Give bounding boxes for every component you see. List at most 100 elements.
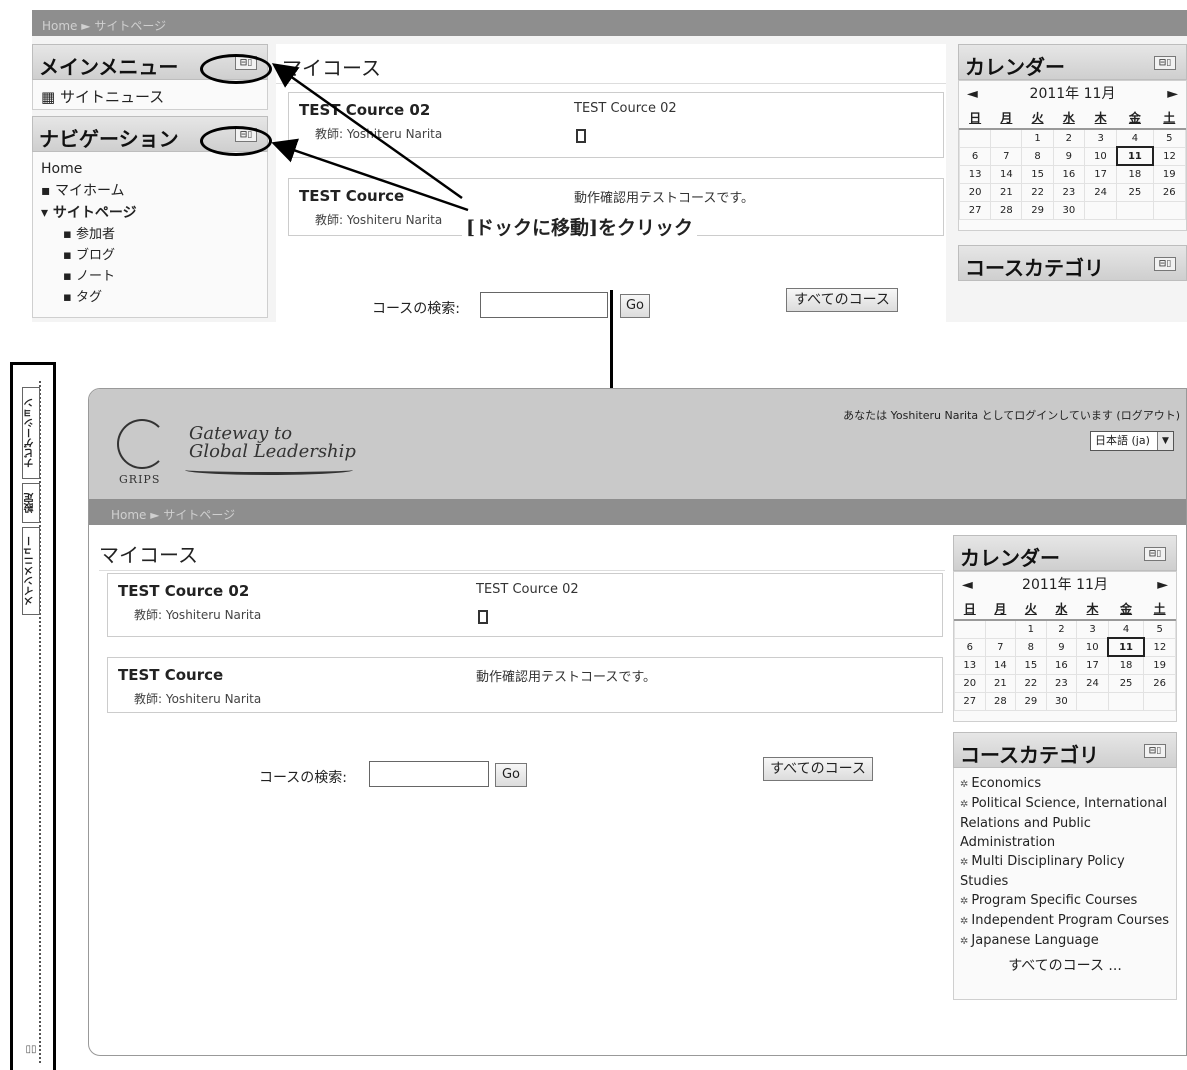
calendar-weekday: 月 [985, 598, 1016, 621]
calendar-day[interactable]: 21 [984, 673, 1017, 693]
calendar-day[interactable]: 6 [954, 637, 986, 657]
logo-org: GRIPS [119, 473, 161, 486]
category-link[interactable]: ✲ Political Science, International Relati… [960, 794, 1170, 852]
dock-tab-main-menu[interactable]: メインメニュー [22, 527, 40, 615]
go-button[interactable]: Go [495, 763, 527, 787]
calendar-day[interactable]: 28 [984, 691, 1017, 711]
calendar-day[interactable]: 18 [1107, 655, 1145, 675]
calendar-day [1143, 691, 1176, 711]
all-courses-link[interactable]: すべてのコース ... [960, 957, 1170, 976]
calendar-weekday: 土 [1143, 598, 1176, 621]
dock-settings-icon[interactable]: ▯▯ [22, 1044, 40, 1055]
language-select[interactable]: 日本語 (ja) ▼ [1090, 431, 1174, 451]
category-icon: ✲ [960, 935, 969, 947]
move-to-dock-icon[interactable]: ⊟▯ [1144, 743, 1166, 758]
annotation-arrows [271, 63, 469, 212]
category-link[interactable]: ✲ Program Specific Courses [960, 891, 1170, 911]
calendar-month-nav: ◄ 2011年 11月 ► [954, 572, 1176, 598]
course-summary: TEST Cource 02 [476, 582, 579, 597]
site-header: GRIPS Gateway to Global Leadership あなたは … [89, 389, 1186, 499]
calendar-day [1076, 691, 1109, 711]
course-summary: 動作確認用テストコースです。 [476, 670, 657, 685]
category-link[interactable]: ✲ Multi Disciplinary Policy Studies [960, 852, 1170, 891]
calendar: ◄ 2011年 11月 ► 日月火水木金土 1 2 3 4 5 6 7 8 9 10 11 12 13 14 15 1… [953, 571, 1177, 722]
calendar-month: 2011年 11月 [1022, 577, 1108, 593]
calendar-day[interactable]: 14 [984, 655, 1017, 675]
calendar-day[interactable]: 29 [1015, 691, 1047, 711]
calendar-block-header: カレンダー ⊟▯ [953, 535, 1177, 571]
course-search-label: コースの検索: [259, 770, 348, 786]
move-to-dock-icon[interactable]: ⊟▯ [1144, 547, 1166, 561]
calendar-day[interactable]: 17 [1076, 655, 1109, 675]
dock-highlight-frame: ナビゲーション 設定 メインメニュー ▯▯ [10, 362, 56, 1070]
arrow-to-main-menu-dock [271, 63, 463, 200]
calendar-day [1107, 691, 1145, 711]
calendar-day[interactable]: 30 [1045, 691, 1078, 711]
calendar-day [984, 619, 1017, 639]
calendar-day[interactable]: 16 [1045, 655, 1078, 675]
category-block-header: コースカテゴリ ⊟▯ [953, 731, 1177, 768]
all-courses-button[interactable]: すべてのコース [763, 757, 873, 781]
category-link[interactable]: ✲ Japanese Language [960, 931, 1170, 951]
course-name-link[interactable]: TEST Cource 02 [118, 582, 249, 600]
calendar-day[interactable]: 23 [1045, 673, 1078, 693]
course-name-link[interactable]: TEST Cource [118, 666, 223, 684]
dock-tab-navigation[interactable]: ナビゲーション [22, 387, 40, 479]
logo-swoosh [185, 465, 353, 475]
calendar-day[interactable]: 15 [1015, 655, 1047, 675]
arrow-to-navigation-dock [271, 138, 469, 212]
next-month-icon[interactable]: ► [1157, 572, 1168, 598]
calendar-day[interactable]: 24 [1076, 673, 1109, 693]
dock-tab-settings[interactable]: 設定 [22, 483, 40, 523]
breadcrumb: Home ► サイトページ [89, 499, 1186, 525]
calendar-day[interactable]: 20 [954, 673, 986, 693]
category-title: コースカテゴリ [960, 742, 1099, 767]
previous-month-icon[interactable]: ◄ [962, 572, 973, 598]
calendar-weekday: 火 [1015, 598, 1047, 621]
calendar-day[interactable]: 27 [954, 691, 986, 711]
course-categories-block: コースカテゴリ ⊟▯ ✲ Economics ✲ Political Science… [953, 731, 1177, 1000]
breadcrumb-current[interactable]: サイトページ [163, 508, 235, 522]
calendar-day[interactable]: 5 [1143, 619, 1176, 639]
category-icon: ✲ [960, 778, 969, 790]
calendar-day[interactable]: 19 [1143, 655, 1176, 675]
calendar-day[interactable]: 12 [1143, 637, 1176, 657]
after-screenshot: GRIPS Gateway to Global Leadership あなたは … [88, 388, 1187, 1056]
calendar-weekday: 金 [1108, 598, 1144, 621]
chevron-down-icon: ▼ [1157, 432, 1173, 450]
calendar-day[interactable]: 25 [1107, 673, 1145, 693]
calendar-day[interactable]: 2 [1045, 619, 1078, 639]
course-teacher: 教師: Yoshiteru Narita [134, 608, 262, 622]
calendar-day[interactable]: 22 [1015, 673, 1047, 693]
calendar-day[interactable]: 11 [1107, 637, 1145, 657]
calendar-day[interactable]: 10 [1076, 637, 1109, 657]
calendar-day[interactable]: 3 [1076, 619, 1109, 639]
course-teacher: 教師: Yoshiteru Narita [134, 692, 262, 706]
grips-logo-icon [117, 419, 167, 469]
calendar-title: カレンダー [960, 546, 1060, 570]
calendar-day[interactable]: 9 [1045, 637, 1078, 657]
course-item: TEST Cource 02 教師: Yoshiteru Narita TEST… [107, 573, 943, 637]
course-search-input[interactable] [369, 761, 489, 787]
language-value: 日本語 (ja) [1095, 434, 1150, 447]
login-info[interactable]: あなたは Yoshiteru Narita としてログインしています (ログアウ… [843, 407, 1180, 423]
document-icon[interactable] [478, 610, 488, 624]
calendar-weekday: 水 [1046, 598, 1077, 621]
calendar-day[interactable]: 13 [954, 655, 986, 675]
category-link[interactable]: ✲ Independent Program Courses [960, 911, 1170, 931]
instruction-note: [ドックに移動]をクリック [462, 212, 697, 241]
category-list: ✲ Economics ✲ Political Science, Internati… [953, 767, 1177, 1000]
calendar-day[interactable]: 7 [984, 637, 1017, 657]
category-icon: ✲ [960, 915, 969, 927]
category-link[interactable]: ✲ Economics [960, 774, 1170, 794]
calendar-day[interactable]: 4 [1107, 619, 1145, 639]
breadcrumb-home[interactable]: Home [111, 508, 146, 522]
course-item: TEST Cource 教師: Yoshiteru Narita 動作確認用テス… [107, 657, 943, 713]
category-icon: ✲ [960, 798, 969, 810]
category-icon: ✲ [960, 856, 969, 868]
my-courses-title: マイコース [99, 531, 945, 571]
calendar-day[interactable]: 1 [1015, 619, 1047, 639]
calendar-day[interactable]: 26 [1143, 673, 1176, 693]
calendar-weekday: 日 [954, 598, 986, 621]
calendar-day[interactable]: 8 [1015, 637, 1047, 657]
